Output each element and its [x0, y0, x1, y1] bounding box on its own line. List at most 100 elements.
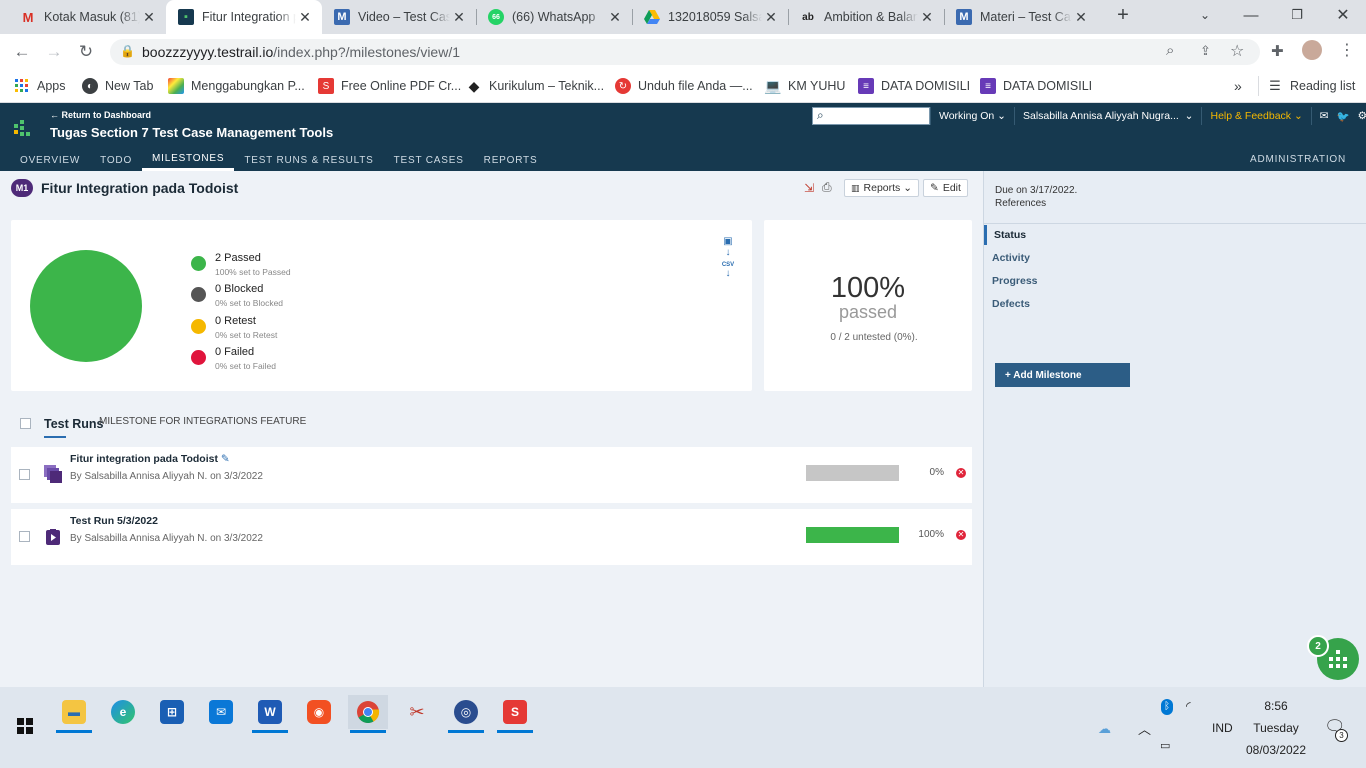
- tab-search-chevron-icon[interactable]: ⌄: [1182, 0, 1228, 30]
- bookmark-apps[interactable]: Apps: [14, 76, 66, 96]
- browser-tab-whatsapp[interactable]: 66 (66) WhatsApp ✕: [476, 0, 632, 34]
- forward-button[interactable]: →: [41, 40, 67, 64]
- extensions-icon[interactable]: ✚: [1271, 42, 1284, 60]
- nav-administration[interactable]: ADMINISTRATION: [1250, 154, 1346, 165]
- bookmark-unduh-file[interactable]: ↻ Unduh file Anda —...: [615, 76, 753, 96]
- nav-overview[interactable]: OVERVIEW: [10, 149, 90, 171]
- close-tab-icon[interactable]: ✕: [762, 9, 780, 26]
- taskbar-mail[interactable]: ✉: [201, 695, 241, 729]
- battery-icon[interactable]: ▭: [1160, 739, 1170, 752]
- nav-test-cases[interactable]: TEST CASES: [384, 149, 474, 171]
- working-on-dropdown[interactable]: Working On ⌄: [930, 107, 1014, 125]
- url-text[interactable]: boozzzyyyy.testrail.io/index.php?/milest…: [142, 44, 460, 60]
- bookmark-new-tab[interactable]: ◐ New Tab: [82, 76, 153, 96]
- taskbar-app-red[interactable]: ◉: [299, 695, 339, 729]
- browser-tab-strip: M Kotak Masuk (81) ✕ ▪ Fitur Integration…: [0, 0, 1366, 34]
- pencil-icon[interactable]: ✎: [221, 453, 230, 465]
- taskbar-chrome[interactable]: [348, 695, 388, 733]
- taskbar-snipping-tool[interactable]: ✂: [397, 695, 437, 729]
- edit-button[interactable]: ✎ Edit: [923, 179, 968, 197]
- print-icon[interactable]: ⎙: [822, 180, 832, 195]
- close-tab-icon[interactable]: ✕: [296, 9, 314, 26]
- run-title[interactable]: Test Run 5/3/2022: [70, 515, 158, 527]
- return-to-dashboard-link[interactable]: ← Return to Dashboard: [50, 110, 151, 120]
- taskbar-app-s[interactable]: S: [495, 695, 535, 733]
- export-image-icon[interactable]: ▣ ↓: [721, 236, 735, 258]
- wifi-icon[interactable]: ◜: [1186, 699, 1191, 713]
- sidebar-item-progress[interactable]: Progress: [992, 275, 1038, 287]
- back-button[interactable]: ←: [9, 40, 35, 64]
- address-bar[interactable]: 🔒 boozzzyyyy.testrail.io/index.php?/mile…: [110, 39, 1260, 65]
- weather-icon[interactable]: ☁: [1098, 721, 1111, 737]
- close-window-button[interactable]: ✕: [1320, 0, 1366, 30]
- row-checkbox[interactable]: [19, 469, 30, 480]
- clock-time[interactable]: 8:56: [1240, 699, 1312, 713]
- search-input[interactable]: ⌕: [812, 107, 930, 125]
- browser-tab-gmail[interactable]: M Kotak Masuk (81) ✕: [8, 0, 166, 34]
- clock-date[interactable]: 08/03/2022: [1240, 743, 1312, 757]
- close-tab-icon[interactable]: ✕: [606, 9, 624, 26]
- new-tab-button[interactable]: +: [1100, 0, 1146, 30]
- nav-reports[interactable]: REPORTS: [474, 149, 548, 171]
- sidebar-item-defects[interactable]: Defects: [992, 298, 1030, 310]
- help-feedback-dropdown[interactable]: Help & Feedback ⌄: [1201, 107, 1310, 125]
- taskbar-word[interactable]: W: [250, 695, 290, 733]
- reading-list-button[interactable]: ☰ Reading list: [1258, 76, 1355, 96]
- close-tab-icon[interactable]: ✕: [918, 9, 936, 26]
- mail-icon[interactable]: ✉: [1320, 110, 1329, 122]
- reports-dropdown[interactable]: ▥ Reports ⌄: [844, 179, 920, 197]
- browser-tab-ambition[interactable]: ab Ambition & Balan ✕: [788, 0, 944, 34]
- tray-expand-chevron-icon[interactable]: ︿: [1138, 719, 1151, 738]
- language-indicator[interactable]: IND: [1212, 721, 1233, 735]
- browser-tab-video[interactable]: M Video – Test Case ✕: [322, 0, 476, 34]
- testrail-logo-icon[interactable]: [14, 120, 34, 140]
- remove-run-icon[interactable]: ✕: [956, 530, 966, 540]
- reload-button[interactable]: ↻: [73, 40, 99, 64]
- zoom-icon[interactable]: ⌕: [1166, 42, 1174, 59]
- test-run-row[interactable]: Fitur integration pada Todoist ✎ By Sals…: [11, 447, 972, 503]
- close-tab-icon[interactable]: ✕: [450, 9, 468, 26]
- clock-day[interactable]: Tuesday: [1240, 721, 1312, 735]
- test-run-row[interactable]: Test Run 5/3/2022 By Salsabilla Annisa A…: [11, 509, 972, 565]
- settings-icon[interactable]: ⚙: [1358, 110, 1366, 122]
- bookmark-star-icon[interactable]: ☆: [1230, 41, 1244, 61]
- start-button[interactable]: [5, 709, 45, 743]
- twitter-icon[interactable]: 🐦: [1337, 110, 1350, 123]
- nav-test-runs-results[interactable]: TEST RUNS & RESULTS: [234, 149, 383, 171]
- run-title[interactable]: Fitur integration pada Todoist ✎: [70, 453, 230, 465]
- export-csv-icon[interactable]: CSV ↓: [721, 262, 735, 279]
- bluetooth-icon[interactable]: ᛒ: [1161, 699, 1173, 715]
- bookmark-km-yuhu[interactable]: 💻 KM YUHU: [764, 76, 845, 96]
- taskbar-edge[interactable]: e: [103, 695, 143, 729]
- bookmark-data-domisili-1[interactable]: ≡ DATA DOMISILI: [858, 76, 970, 96]
- browser-tab-drive[interactable]: 132018059 Salsab ✕: [632, 0, 788, 34]
- sidebar-item-status[interactable]: Status: [994, 229, 1026, 241]
- remove-run-icon[interactable]: ✕: [956, 468, 966, 478]
- nav-milestones[interactable]: MILESTONES: [142, 149, 235, 171]
- sidebar-item-activity[interactable]: Activity: [992, 252, 1030, 264]
- taskbar-file-explorer[interactable]: ▬: [54, 695, 94, 733]
- bookmark-free-online-pdf[interactable]: S Free Online PDF Cr...: [318, 76, 461, 96]
- minimize-button[interactable]: —: [1228, 0, 1274, 30]
- restore-button[interactable]: ❐: [1274, 0, 1320, 30]
- browser-tab-materi[interactable]: M Materi – Test Cas ✕: [944, 0, 1098, 34]
- test-plan-icon: [44, 465, 62, 483]
- profile-avatar[interactable]: [1302, 40, 1322, 60]
- bookmark-menggabungkan[interactable]: Menggabungkan P...: [168, 76, 305, 96]
- row-checkbox[interactable]: [19, 531, 30, 542]
- select-all-checkbox[interactable]: [20, 418, 31, 429]
- menu-dots-icon[interactable]: ⋮: [1339, 40, 1355, 60]
- browser-tab-testrail[interactable]: ▪ Fitur Integration p ✕: [166, 0, 322, 34]
- taskbar-app-blue[interactable]: ◎: [446, 695, 486, 733]
- nav-todo[interactable]: TODO: [90, 149, 142, 171]
- taskbar-store[interactable]: ⊞: [152, 695, 192, 729]
- export-icon[interactable]: ⇲: [804, 181, 814, 195]
- share-icon[interactable]: ⇪: [1200, 43, 1211, 59]
- bookmark-kurikulum[interactable]: ◆ Kurikulum – Teknik...: [466, 76, 605, 96]
- user-dropdown[interactable]: Salsabilla Annisa Aliyyah Nugra... ⌄: [1013, 107, 1202, 125]
- more-bookmarks-chevron-icon[interactable]: »: [1234, 76, 1242, 96]
- add-milestone-button[interactable]: + Add Milestone: [995, 363, 1130, 387]
- close-tab-icon[interactable]: ✕: [140, 9, 158, 26]
- close-tab-icon[interactable]: ✕: [1072, 9, 1090, 26]
- bookmark-data-domisili-2[interactable]: ≡ DATA DOMISILI: [980, 76, 1092, 96]
